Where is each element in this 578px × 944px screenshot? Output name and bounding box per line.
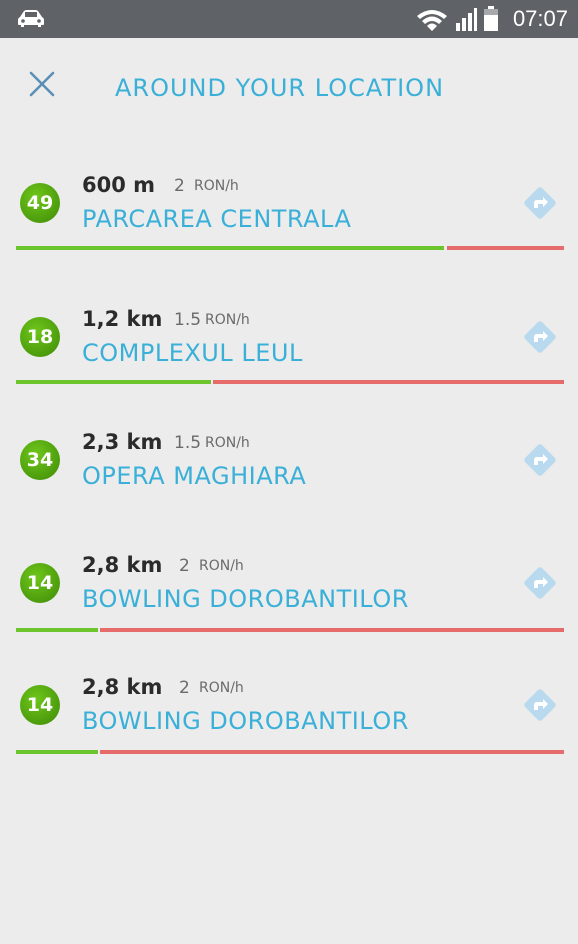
free-spots-badge: 14	[20, 685, 60, 725]
price-value: 2	[179, 678, 190, 698]
price-unit: RON/h	[199, 680, 244, 696]
page-title: AROUND YOUR LOCATION	[115, 74, 445, 102]
directions-icon[interactable]	[520, 563, 560, 603]
distance-label: 2,3 km	[82, 430, 163, 454]
list-item[interactable]: 14 2,8 km 2 RON/h BOWLING DOROBANTILOR	[0, 660, 578, 770]
distance-label: 1,2 km	[82, 307, 163, 331]
list-item[interactable]: 14 2,8 km 2 RON/h BOWLING DOROBANTILOR	[0, 538, 578, 648]
status-bar: 07:07	[0, 0, 578, 38]
price-value: 1.5	[174, 433, 202, 453]
occupancy-taken	[447, 246, 564, 250]
occupancy-taken	[213, 380, 564, 384]
parking-name: BOWLING DOROBANTILOR	[82, 707, 409, 735]
occupancy-bar	[16, 750, 564, 754]
car-icon	[18, 10, 44, 27]
occupancy-taken	[100, 750, 564, 754]
occupancy-free	[16, 750, 98, 754]
directions-icon[interactable]	[520, 685, 560, 725]
directions-icon[interactable]	[520, 317, 560, 357]
price-unit: RON/h	[205, 435, 250, 451]
battery-icon	[483, 6, 498, 31]
distance-label: 600 m	[82, 173, 156, 197]
price-unit: RON/h	[199, 558, 244, 574]
parking-name: PARCAREA CENTRALA	[82, 205, 352, 233]
list-item[interactable]: 49 600 m 2 RON/h PARCAREA CENTRALA	[0, 158, 578, 268]
distance-label: 2,8 km	[82, 675, 163, 699]
list-item[interactable]: 34 2,3 km 1.5 RON/h OPERA MAGHIARA	[0, 415, 578, 525]
occupancy-taken	[100, 628, 564, 632]
price-unit: RON/h	[205, 312, 250, 328]
free-spots-badge: 34	[20, 440, 60, 480]
occupancy-bar	[16, 380, 564, 384]
price-value: 2	[179, 556, 190, 576]
parking-name: BOWLING DOROBANTILOR	[82, 585, 409, 613]
list-item[interactable]: 18 1,2 km 1.5 RON/h COMPLEXUL LEUL	[0, 292, 578, 402]
signal-icon	[455, 8, 477, 31]
directions-icon[interactable]	[520, 440, 560, 480]
parking-name: OPERA MAGHIARA	[82, 462, 307, 490]
free-spots-badge: 14	[20, 563, 60, 603]
close-icon[interactable]	[26, 68, 58, 100]
occupancy-free	[16, 380, 211, 384]
occupancy-bar	[16, 628, 564, 632]
status-time: 07:07	[512, 6, 568, 31]
price-unit: RON/h	[194, 178, 239, 194]
free-spots-badge: 49	[20, 183, 60, 223]
directions-icon[interactable]	[520, 183, 560, 223]
price-value: 1.5	[174, 310, 202, 330]
distance-label: 2,8 km	[82, 553, 163, 577]
occupancy-free	[16, 628, 98, 632]
occupancy-free	[16, 246, 444, 250]
price-value: 2	[174, 176, 185, 196]
wifi-icon	[416, 10, 447, 31]
occupancy-bar	[16, 246, 564, 250]
header: AROUND YOUR LOCATION	[0, 38, 578, 138]
parking-name: COMPLEXUL LEUL	[82, 339, 303, 367]
free-spots-badge: 18	[20, 317, 60, 357]
